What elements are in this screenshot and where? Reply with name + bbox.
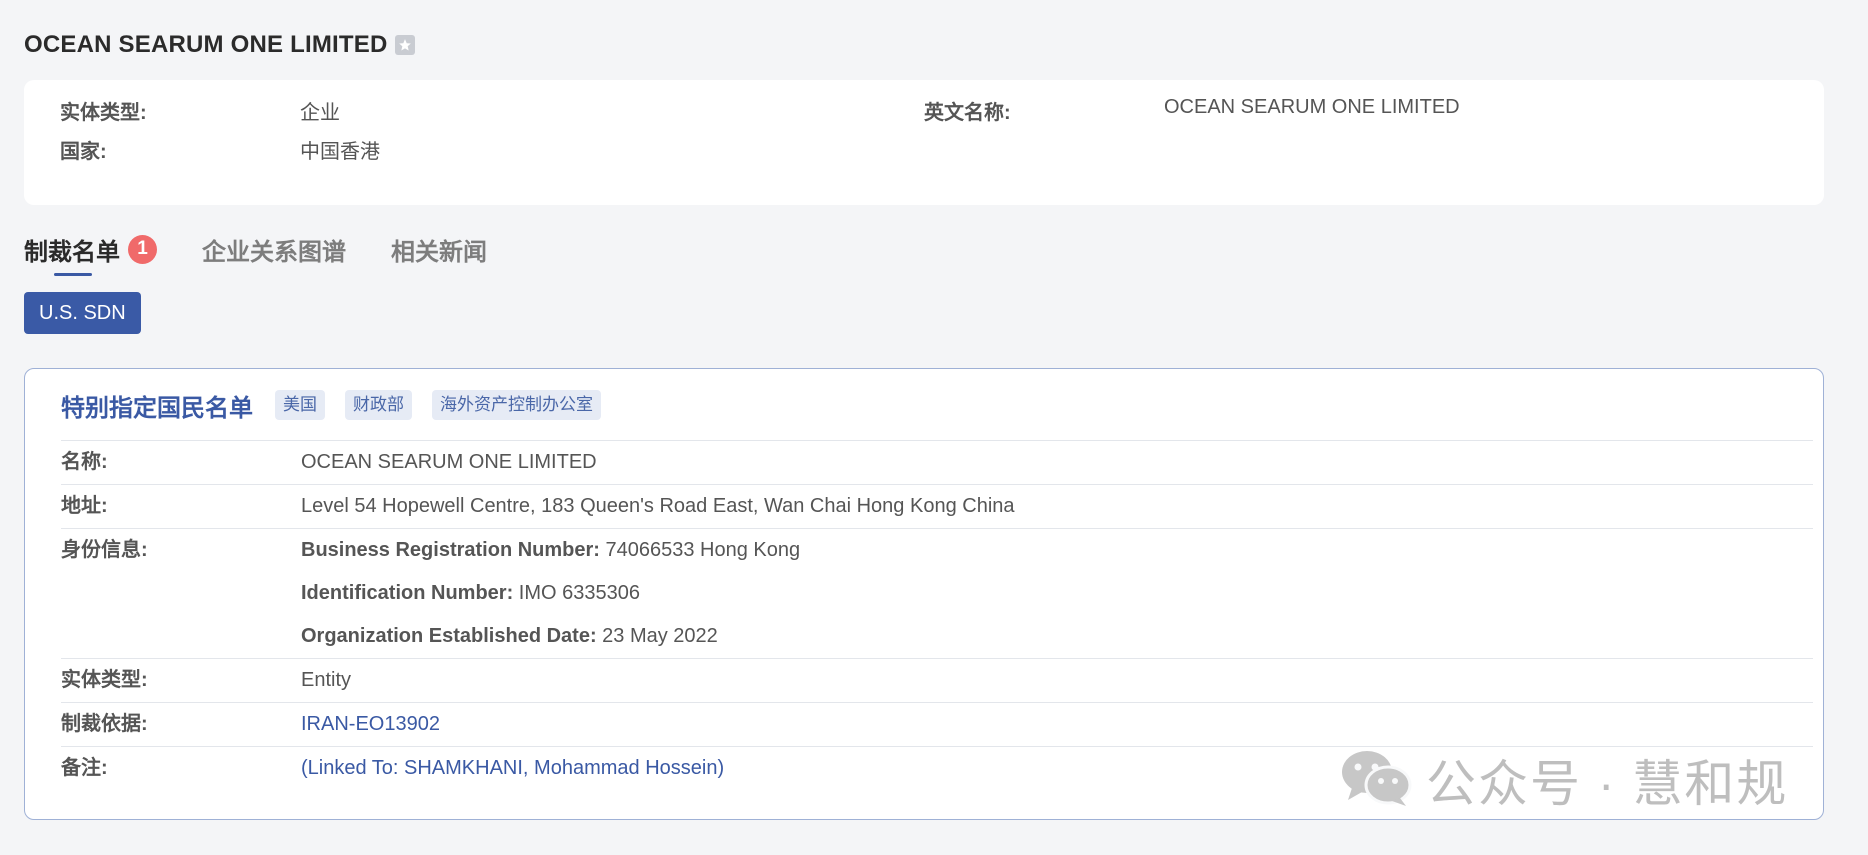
detail-title: 特别指定国民名单 bbox=[61, 394, 253, 422]
us-sdn-button[interactable]: U.S. SDN bbox=[24, 292, 141, 334]
identity-label: 身份信息: bbox=[61, 539, 148, 561]
detail-rows: 名称: OCEAN SEARUM ONE LIMITED 地址: Level 5… bbox=[61, 440, 1813, 790]
identification-number-line: Identification Number: IMO 6335306 bbox=[301, 572, 800, 615]
country-value: 中国香港 bbox=[300, 141, 380, 163]
english-name-label: 英文名称: bbox=[924, 102, 1011, 124]
tab-sanctions-list-label: 制裁名单 bbox=[24, 238, 120, 266]
row-address: 地址: Level 54 Hopewell Centre, 183 Queen'… bbox=[61, 484, 1813, 528]
title-row: OCEAN SEARUM ONE LIMITED bbox=[24, 28, 416, 62]
address-value: Level 54 Hopewell Centre, 183 Queen's Ro… bbox=[301, 495, 1015, 517]
tab-sanctions-list[interactable]: 制裁名单 1 bbox=[24, 228, 157, 276]
address-label: 地址: bbox=[61, 495, 108, 517]
established-date-value: 23 May 2022 bbox=[596, 625, 718, 647]
business-registration-value: 74066533 Hong Kong bbox=[599, 539, 801, 561]
page-title: OCEAN SEARUM ONE LIMITED bbox=[24, 31, 388, 58]
tag-department: 财政部 bbox=[345, 390, 412, 420]
business-registration-label: Business Registration Number: bbox=[301, 539, 600, 561]
name-label: 名称: bbox=[61, 451, 108, 473]
sanction-basis-label: 制裁依据: bbox=[61, 713, 148, 735]
identification-number-value: IMO 6335306 bbox=[513, 582, 640, 604]
tab-relationship-graph[interactable]: 企业关系图谱 bbox=[202, 228, 346, 270]
remark-label: 备注: bbox=[61, 757, 108, 779]
tab-related-news-label: 相关新闻 bbox=[391, 238, 487, 266]
tab-related-news[interactable]: 相关新闻 bbox=[391, 228, 487, 270]
detail-entity-type-value: Entity bbox=[301, 669, 352, 691]
tab-relationship-graph-label: 企业关系图谱 bbox=[202, 238, 346, 266]
detail-entity-type-label: 实体类型: bbox=[61, 669, 148, 691]
row-identity: 身份信息: Business Registration Number: 7406… bbox=[61, 528, 1813, 658]
detail-header: 特别指定国民名单 美国 财政部 海外资产控制办公室 bbox=[61, 389, 621, 422]
info-card: 实体类型: 企业 国家: 中国香港 英文名称: OCEAN SEARUM ONE… bbox=[24, 80, 1824, 205]
watermark-text: 公众号 · 慧和规 bbox=[1426, 756, 1789, 812]
row-sanction-basis: 制裁依据: IRAN-EO13902 bbox=[61, 702, 1813, 746]
watermark: 公众号 · 慧和规 bbox=[1340, 744, 1788, 816]
tag-country: 美国 bbox=[275, 390, 325, 420]
established-date-label: Organization Established Date: bbox=[301, 625, 597, 647]
sanction-basis-link[interactable]: IRAN-EO13902 bbox=[301, 703, 440, 746]
entity-type-label: 实体类型: bbox=[60, 102, 147, 124]
english-name-value: OCEAN SEARUM ONE LIMITED bbox=[1164, 96, 1460, 118]
established-date-line: Organization Established Date: 23 May 20… bbox=[301, 615, 800, 658]
entity-type-value: 企业 bbox=[300, 102, 340, 124]
name-value: OCEAN SEARUM ONE LIMITED bbox=[301, 451, 597, 473]
remark-link[interactable]: (Linked To: SHAMKHANI, Mohammad Hossein) bbox=[301, 747, 724, 790]
identification-number-label: Identification Number: bbox=[301, 582, 514, 604]
wechat-icon bbox=[1340, 748, 1412, 813]
row-name: 名称: OCEAN SEARUM ONE LIMITED bbox=[61, 440, 1813, 484]
row-entity-type: 实体类型: Entity bbox=[61, 658, 1813, 702]
star-icon[interactable] bbox=[395, 35, 416, 55]
identity-values: Business Registration Number: 74066533 H… bbox=[301, 529, 800, 658]
business-registration-line: Business Registration Number: 74066533 H… bbox=[301, 529, 800, 572]
country-label: 国家: bbox=[60, 141, 107, 163]
tag-office: 海外资产控制办公室 bbox=[432, 390, 601, 420]
count-badge: 1 bbox=[128, 234, 157, 264]
tab-bar: 制裁名单 1 企业关系图谱 相关新闻 bbox=[24, 228, 532, 278]
